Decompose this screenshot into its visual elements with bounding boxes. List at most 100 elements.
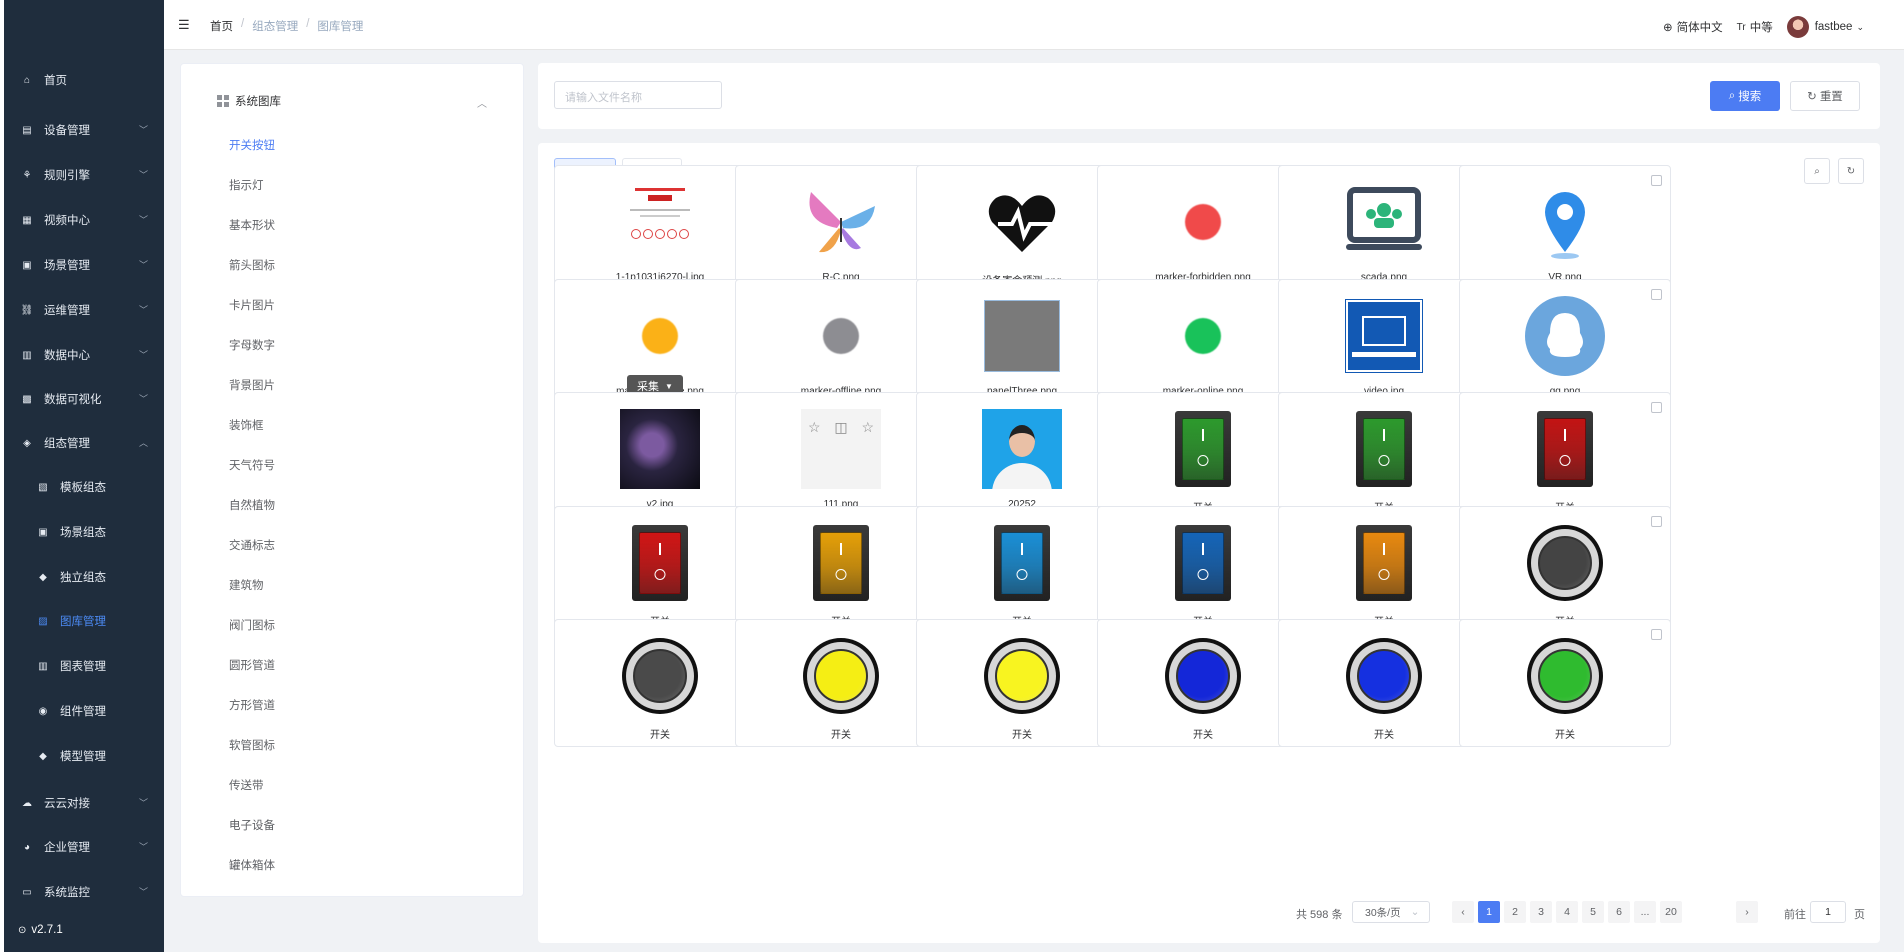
language-switch[interactable]: ⊕ 简体中文: [1663, 19, 1723, 35]
avatar: [1786, 16, 1809, 38]
image-card[interactable]: 开关: [1459, 619, 1671, 747]
sidebar-item[interactable]: ◆ 独立组态: [4, 559, 164, 595]
category-item[interactable]: 箭头图标: [229, 257, 275, 273]
version-text: v2.7.1: [31, 924, 63, 936]
sidebar-item[interactable]: ▥ 图表管理: [4, 648, 164, 684]
image-card[interactable]: VR.png: [1459, 165, 1671, 293]
chevron-up-icon[interactable]: ︿: [477, 95, 487, 110]
category-item[interactable]: 阀门图标: [229, 617, 275, 633]
category-item[interactable]: 建筑物: [229, 577, 264, 593]
page-number[interactable]: 5: [1582, 901, 1604, 923]
category-item[interactable]: 方形管道: [229, 697, 275, 713]
sidebar-item[interactable]: ◆ 模型管理: [4, 738, 164, 774]
device-icon: ▤: [22, 124, 32, 136]
sidebar-item[interactable]: ▧ 模板组态: [4, 469, 164, 505]
refresh-icon: ↻: [1807, 91, 1817, 103]
user-menu[interactable]: fastbee ⌄: [1786, 16, 1864, 38]
search-button[interactable]: ⌕ 搜索: [1710, 81, 1780, 111]
category-item[interactable]: 传送带: [229, 777, 264, 793]
category-item[interactable]: 自然植物: [229, 497, 275, 513]
select-checkbox[interactable]: [1651, 516, 1662, 527]
select-checkbox[interactable]: [1651, 289, 1662, 300]
image-card[interactable]: 开关: [1459, 392, 1671, 520]
size-switch[interactable]: Tr 中等: [1737, 19, 1773, 35]
sidebar-item[interactable]: ▭ 系统监控 ﹀: [4, 874, 164, 910]
sidebar-item[interactable]: ▨ 图库管理: [4, 603, 164, 639]
cloud-icon: ☁: [22, 797, 32, 809]
version-label: ⊙ v2.7.1: [18, 924, 63, 936]
round-thumbnail: [620, 636, 700, 716]
sidebar-item[interactable]: ▤ 设备管理 ﹀: [4, 112, 164, 148]
sidebar-item[interactable]: ◉ 组件管理: [4, 693, 164, 729]
category-item[interactable]: 卡片图片: [229, 297, 275, 313]
butterfly-thumbnail: [801, 182, 881, 262]
prev-page-button[interactable]: ‹: [1452, 901, 1474, 923]
category-item[interactable]: 基本形状: [229, 217, 275, 233]
image-name: 开关: [1374, 730, 1394, 741]
page-size-select[interactable]: 30条/页 ⌄: [1352, 901, 1430, 923]
sidebar-item[interactable]: ⛓ 运维管理 ﹀: [4, 292, 164, 328]
sidebar-item-label: 运维管理: [44, 305, 90, 317]
search-toggle-icon[interactable]: ⌕: [1804, 158, 1830, 184]
page-number[interactable]: 1: [1478, 901, 1500, 923]
sidebar-item[interactable]: ▦ 视频中心 ﹀: [4, 202, 164, 238]
enterprise-icon: ◕: [23, 841, 31, 853]
refresh-icon[interactable]: ↻: [1838, 158, 1864, 184]
page-number[interactable]: 20: [1660, 901, 1682, 923]
breadcrumb-config[interactable]: 组态管理: [252, 18, 298, 34]
image-card[interactable]: qq.png: [1459, 279, 1671, 407]
hamburger-icon[interactable]: ☰: [178, 17, 190, 33]
next-page-button[interactable]: ›: [1736, 901, 1758, 923]
category-header[interactable]: 系统图库: [217, 93, 281, 109]
select-checkbox[interactable]: [1651, 175, 1662, 186]
sidebar-item[interactable]: ◈ 组态管理 ︿: [4, 425, 164, 461]
cert-thumbnail: [620, 182, 700, 262]
breadcrumb-home[interactable]: 首页: [210, 18, 233, 34]
visual-icon: ▩: [22, 393, 32, 405]
sidebar-item[interactable]: ▥ 数据中心 ﹀: [4, 337, 164, 373]
sidebar-item[interactable]: ⚘ 规则引擎 ﹀: [4, 157, 164, 193]
chevron-down-icon: ﹀: [138, 842, 148, 852]
sidebar-item[interactable]: ▣ 场景组态: [4, 514, 164, 550]
language-label: 简体中文: [1676, 22, 1723, 34]
category-item[interactable]: 软管图标: [229, 737, 275, 753]
sidebar-item[interactable]: ▩ 数据可视化 ﹀: [4, 381, 164, 417]
category-item[interactable]: 圆形管道: [229, 657, 275, 673]
page-number[interactable]: ...: [1634, 901, 1656, 923]
category-item[interactable]: 装饰框: [229, 417, 264, 433]
header-actions: ⊕ 简体中文 Tr 中等 fastbee ⌄: [1649, 16, 1864, 38]
sidebar-item[interactable]: ☁ 云云对接 ﹀: [4, 785, 164, 821]
round-thumbnail: [1525, 523, 1605, 603]
sidebar-item[interactable]: ▣ 场景管理 ﹀: [4, 247, 164, 283]
reset-button[interactable]: ↻ 重置: [1790, 81, 1860, 111]
category-item[interactable]: 罐体箱体: [229, 857, 275, 873]
version-icon: ⊙: [18, 924, 27, 936]
page-unit-label: 页: [1854, 909, 1865, 921]
category-item[interactable]: 背景图片: [229, 377, 275, 393]
breadcrumb-separator: /: [241, 18, 245, 30]
select-checkbox[interactable]: [1651, 629, 1662, 640]
page-number[interactable]: 4: [1556, 901, 1578, 923]
category-item[interactable]: 指示灯: [229, 177, 264, 193]
filename-search-input[interactable]: 请输入文件名称: [554, 81, 722, 109]
category-item[interactable]: 字母数字: [229, 337, 275, 353]
page-number[interactable]: 3: [1530, 901, 1552, 923]
chevron-down-icon: ﹀: [138, 170, 148, 180]
chart-icon: ▥: [38, 660, 48, 672]
round-thumbnail: [801, 636, 881, 716]
sidebar-item[interactable]: ◕ 企业管理 ﹀: [4, 829, 164, 865]
search-button-label: 搜索: [1738, 91, 1762, 103]
sidebar-item[interactable]: ⌂ 首页: [4, 62, 164, 98]
category-item[interactable]: 电子设备: [229, 817, 275, 833]
select-checkbox[interactable]: [1651, 402, 1662, 413]
page-number[interactable]: 2: [1504, 901, 1526, 923]
image-name: 开关: [1012, 730, 1032, 741]
image-card[interactable]: 开关: [1459, 506, 1671, 634]
chevron-down-icon: ﹀: [138, 798, 148, 808]
goto-label: 前往: [1784, 909, 1806, 921]
category-item[interactable]: 交通标志: [229, 537, 275, 553]
category-item[interactable]: 开关按钮: [229, 137, 275, 153]
goto-page-input[interactable]: 1: [1810, 901, 1846, 923]
page-number[interactable]: 6: [1608, 901, 1630, 923]
category-item[interactable]: 天气符号: [229, 457, 275, 473]
